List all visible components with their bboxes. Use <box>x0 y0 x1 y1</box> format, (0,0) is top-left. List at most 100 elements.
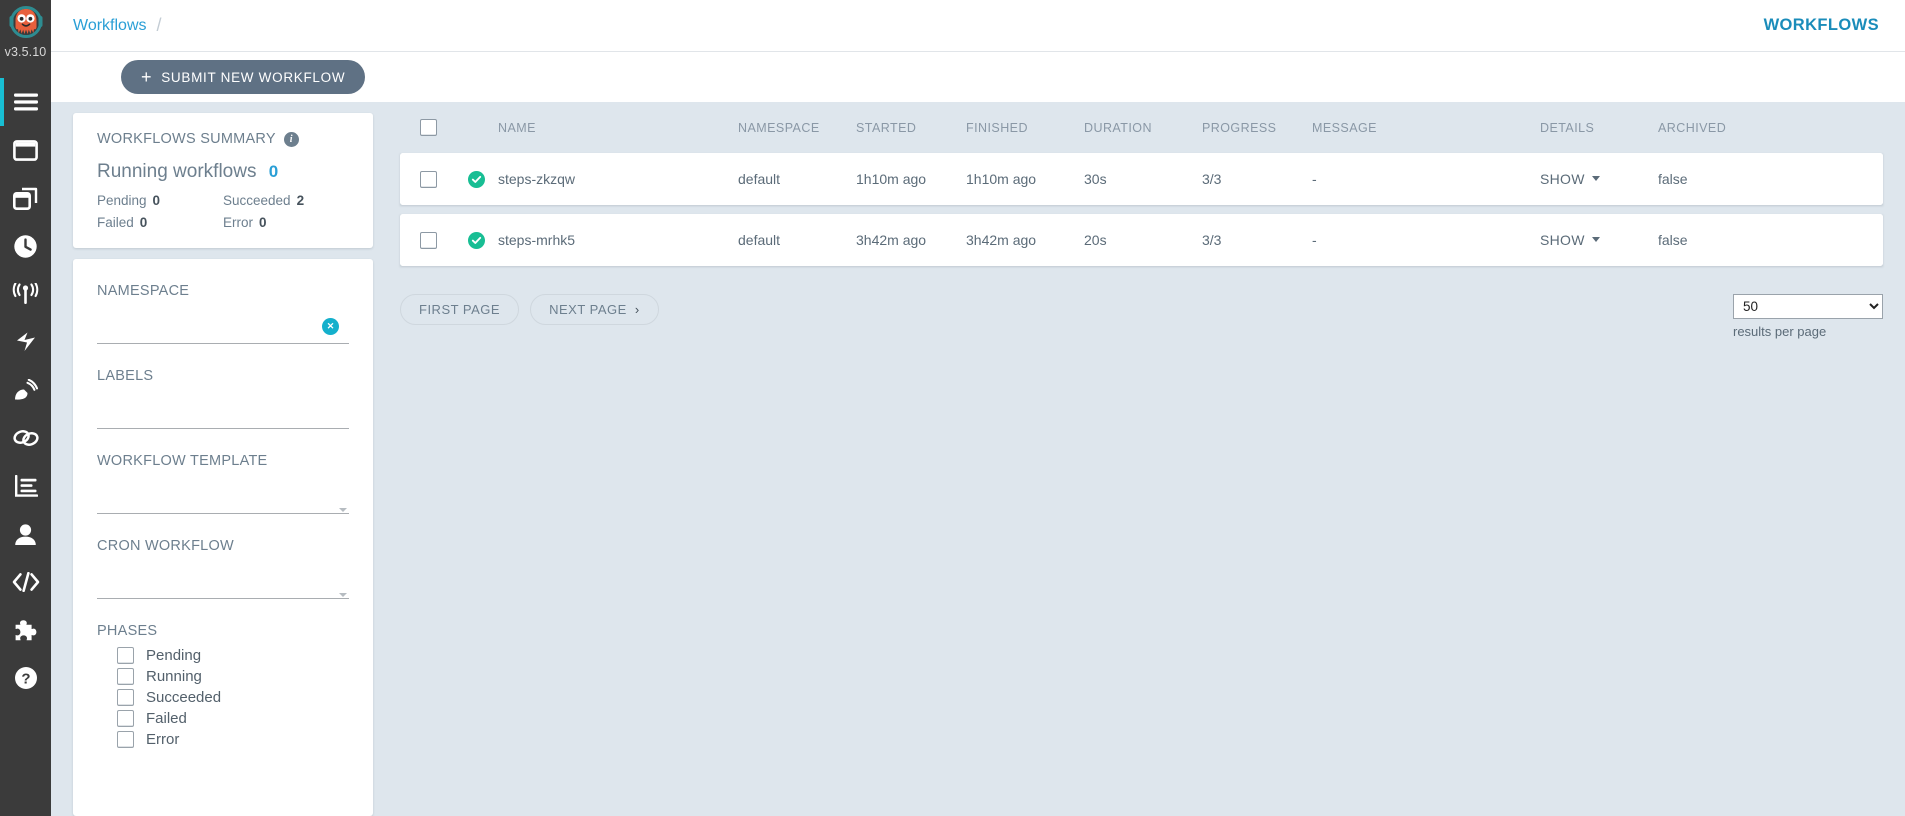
phases-filter-label: PHASES <box>97 623 158 639</box>
app-version: v3.5.10 <box>4 45 47 59</box>
workflow-template-filter-group: WORKFLOW TEMPLATE <box>73 429 373 514</box>
chevron-down-icon <box>1591 237 1600 243</box>
row-details-show-label: SHOW <box>1540 231 1585 248</box>
row-namespace: default <box>738 213 856 266</box>
namespace-filter-group: NAMESPACE ✕ <box>73 259 373 344</box>
row-checkbox[interactable] <box>420 231 437 249</box>
stat-failed-value: 0 <box>139 215 148 230</box>
sidebar-item-pipelines[interactable] <box>0 414 51 462</box>
sidebar-item-cron-workflows[interactable] <box>0 222 51 270</box>
sidebar-item-sensors[interactable] <box>0 270 51 318</box>
workflow-template-input-wrap <box>97 495 349 514</box>
help-question-icon: ? <box>14 666 38 690</box>
namespace-clear-icon[interactable]: ✕ <box>322 318 339 335</box>
phase-option-running[interactable]: Running <box>117 668 349 685</box>
first-page-button[interactable]: FIRST PAGE <box>400 293 520 325</box>
sidebar-item-workflows[interactable] <box>0 126 51 174</box>
plugins-puzzle-icon <box>14 619 38 642</box>
stat-failed-label: Failed <box>97 215 134 230</box>
row-progress: 3/3 <box>1202 213 1312 266</box>
phase-running-checkbox[interactable] <box>117 668 134 685</box>
row-name[interactable]: steps-mrhk5 <box>498 213 738 266</box>
row-select-cell <box>400 153 468 205</box>
labels-input[interactable] <box>97 410 349 428</box>
page-title: WORKFLOWS <box>1763 16 1879 34</box>
results-per-page-select[interactable]: 5102050100500 <box>1733 293 1883 319</box>
info-icon[interactable]: i <box>283 131 299 147</box>
phase-option-error[interactable]: Error <box>117 731 349 748</box>
header-archived: ARCHIVED <box>1658 120 1727 135</box>
workflow-template-filter-label: WORKFLOW TEMPLATE <box>97 453 268 469</box>
next-page-button[interactable]: NEXT PAGE › <box>530 293 659 325</box>
row-details-show-button[interactable]: SHOW <box>1540 171 1600 187</box>
header-details: DETAILS <box>1540 120 1595 135</box>
select-all-checkbox[interactable] <box>420 119 437 136</box>
submit-new-workflow-button[interactable]: + SUBMIT NEW WORKFLOW <box>121 60 366 94</box>
phase-succeeded-label: Succeeded <box>146 689 222 706</box>
sidebar-item-workflow-templates[interactable] <box>0 174 51 222</box>
sidebar-item-event-flow[interactable] <box>0 318 51 366</box>
phase-succeeded-checkbox[interactable] <box>117 689 134 706</box>
labels-filter-label: LABELS <box>97 368 154 384</box>
submit-toolbar: + SUBMIT NEW WORKFLOW <box>51 52 1905 102</box>
header-name: NAME <box>498 120 536 135</box>
phase-option-succeeded[interactable]: Succeeded <box>117 689 349 706</box>
row-details-cell: SHOW <box>1540 153 1658 205</box>
user-icon <box>14 523 37 546</box>
chevron-right-icon: › <box>634 301 640 317</box>
header-namespace: NAMESPACE <box>738 120 820 135</box>
header-status <box>468 113 498 144</box>
sidebar-item-plugins[interactable] <box>0 606 51 654</box>
workflows-summary-title: WORKFLOWS SUMMARY i <box>97 131 349 147</box>
table-header-row: NAME NAMESPACE STARTED FINISHED DURATION… <box>400 113 1883 144</box>
sidebar-item-menu[interactable] <box>0 78 51 126</box>
table-row[interactable]: steps-zkzqw default 1h10m ago 1h10m ago … <box>400 153 1883 205</box>
row-started: 3h42m ago <box>856 213 966 266</box>
row-name[interactable]: steps-zkzqw <box>498 153 738 205</box>
labels-input-wrap <box>97 410 349 429</box>
row-select-cell <box>400 213 468 266</box>
logo-area[interactable]: v3.5.10 <box>0 0 51 78</box>
sidebar-item-event-sources[interactable] <box>0 366 51 414</box>
row-message: - <box>1312 213 1540 266</box>
cron-clock-icon <box>13 234 38 259</box>
phase-option-pending[interactable]: Pending <box>117 647 349 664</box>
phase-running-label: Running <box>146 668 202 685</box>
stat-error-value: 0 <box>259 215 267 230</box>
row-details-show-button[interactable]: SHOW <box>1540 232 1600 248</box>
workflow-template-chevron-down-icon[interactable] <box>339 508 347 512</box>
phase-pending-checkbox[interactable] <box>117 647 134 664</box>
stat-failed: Failed 0 <box>97 215 223 230</box>
sidebar-item-reports[interactable] <box>0 462 51 510</box>
workflow-template-input[interactable] <box>97 495 349 513</box>
status-succeeded-check-icon <box>468 170 485 188</box>
phase-error-checkbox[interactable] <box>117 731 134 748</box>
sidebar-item-api-docs[interactable] <box>0 558 51 606</box>
workflows-icon <box>13 139 38 161</box>
table-row[interactable]: steps-mrhk5 default 3h42m ago 3h42m ago … <box>400 213 1883 266</box>
cron-workflow-chevron-down-icon[interactable] <box>339 593 347 597</box>
row-namespace: default <box>738 153 856 205</box>
workflows-summary-title-text: WORKFLOWS SUMMARY <box>97 131 276 147</box>
row-progress: 3/3 <box>1202 153 1312 205</box>
phase-failed-checkbox[interactable] <box>117 710 134 727</box>
breadcrumb: Workflows / <box>73 15 172 36</box>
row-checkbox[interactable] <box>420 170 437 188</box>
phase-option-failed[interactable]: Failed <box>117 710 349 727</box>
sensors-broadcast-icon <box>12 282 39 306</box>
header-select-all <box>400 113 468 144</box>
event-flow-bolt-icon <box>14 331 38 353</box>
cron-workflow-input[interactable] <box>97 580 349 598</box>
argo-octopus-logo <box>6 3 46 43</box>
sidebar-item-user[interactable] <box>0 510 51 558</box>
breadcrumb-workflows-link[interactable]: Workflows <box>73 17 147 35</box>
phases-options-list: Pending Running Succeeded Failed Error <box>97 647 349 748</box>
results-per-page-group: 5102050100500 results per page <box>1733 293 1883 339</box>
sidebar-nav: ? <box>0 78 51 702</box>
row-started: 1h10m ago <box>856 153 966 205</box>
sidebar-item-help[interactable]: ? <box>0 654 51 702</box>
status-succeeded-check-icon <box>468 231 485 249</box>
workflows-table-head: NAME NAMESPACE STARTED FINISHED DURATION… <box>400 113 1883 144</box>
namespace-input[interactable] <box>97 325 349 343</box>
header-message: MESSAGE <box>1312 120 1377 135</box>
